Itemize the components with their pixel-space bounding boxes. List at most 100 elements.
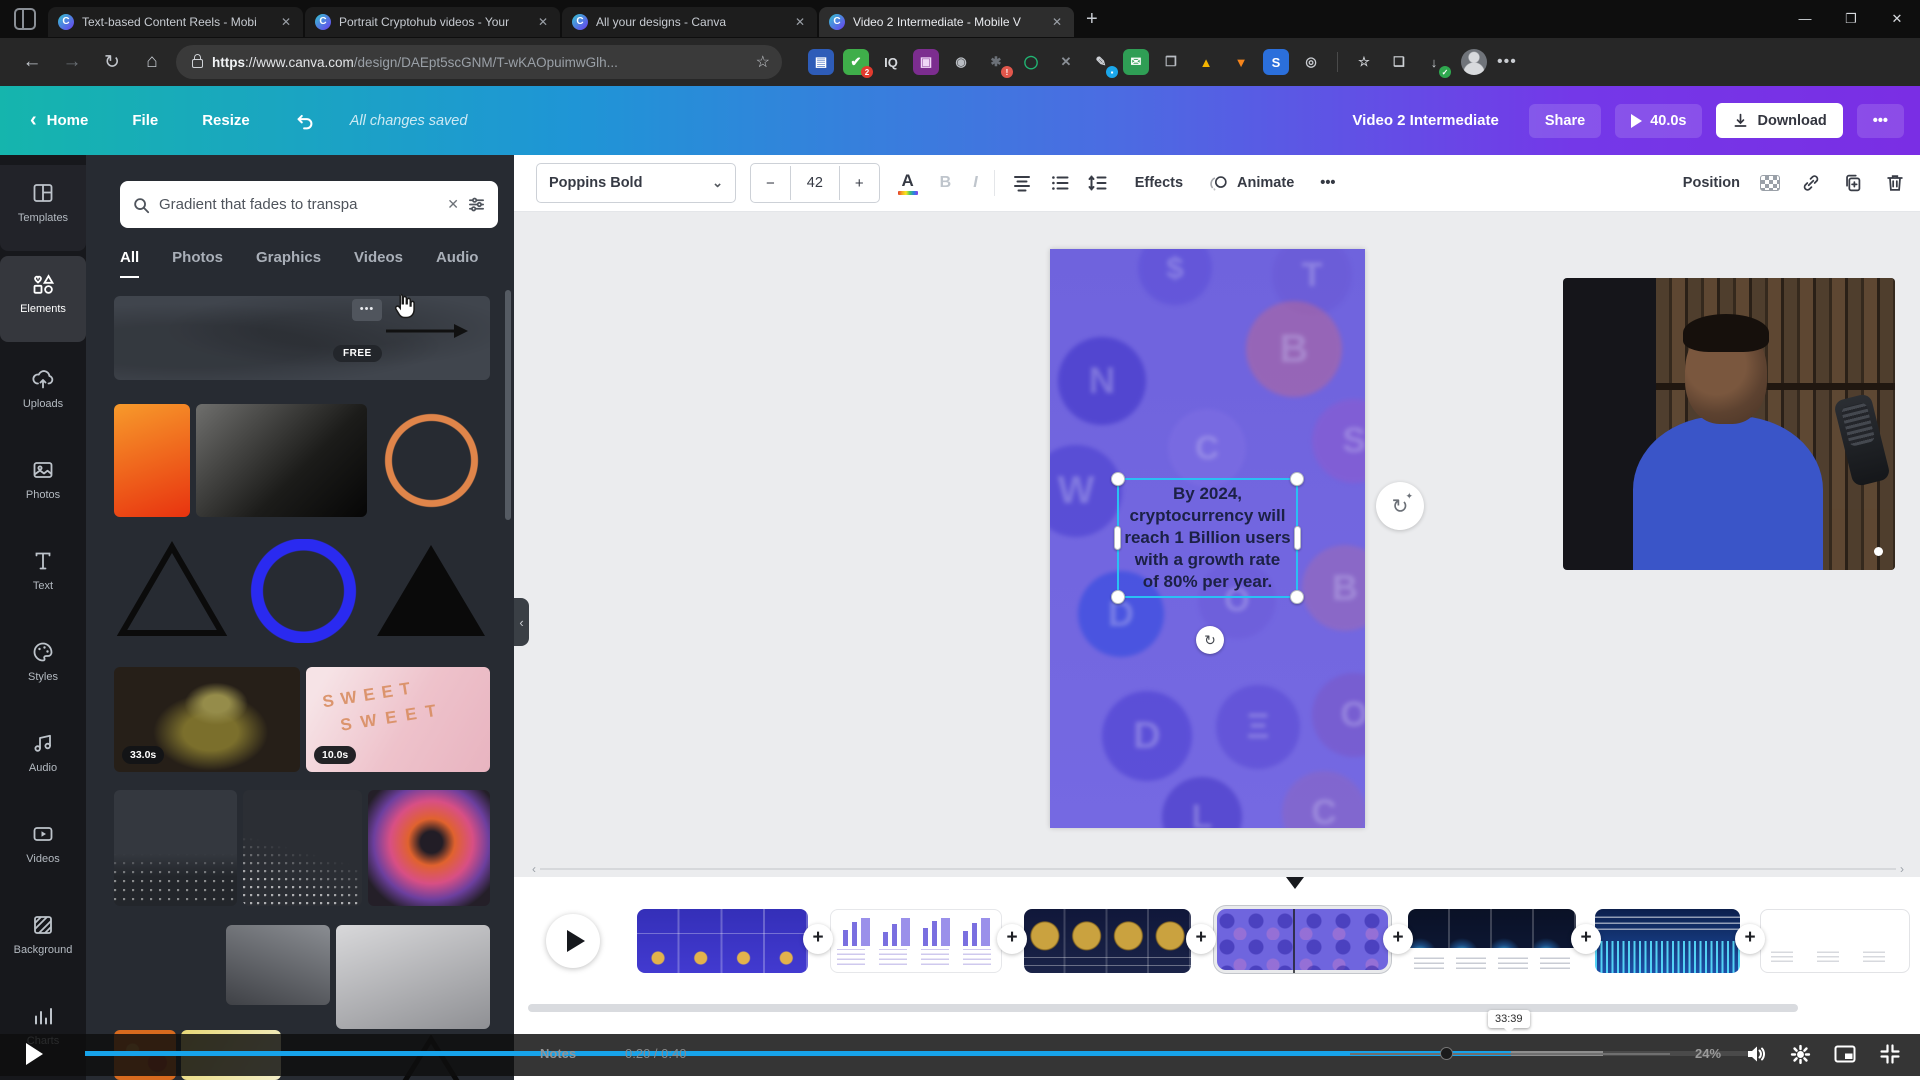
browser-tab-4-active[interactable]: C Video 2 Intermediate - Mobile V ✕ [819, 6, 1074, 37]
add-clip-button[interactable]: + [1571, 924, 1601, 954]
gear-extension-icon[interactable]: ✱! [983, 49, 1013, 78]
add-clip-button[interactable]: + [1383, 924, 1413, 954]
share-button[interactable]: Share [1528, 103, 1602, 138]
undo-icon[interactable] [294, 110, 316, 132]
font-size-decrease-button[interactable]: − [751, 175, 790, 192]
green-circle-extension-icon[interactable]: ◯ [1018, 49, 1044, 75]
text-color-button[interactable]: A [897, 172, 918, 195]
exit-fullscreen-icon[interactable] [1878, 1042, 1902, 1066]
minimize-button[interactable]: — [1782, 0, 1828, 38]
browser-tab-3[interactable]: C All your designs - Canva ✕ [562, 6, 817, 37]
metamask-extension-icon[interactable]: ▼ [1228, 49, 1254, 75]
timeline-playhead[interactable] [1286, 877, 1304, 889]
picture-in-picture-icon[interactable] [1833, 1042, 1857, 1066]
font-size-increase-button[interactable]: + [840, 175, 879, 192]
thumbnail-video-sweet[interactable]: SWEET SWEET 10.0s [306, 667, 490, 772]
horizontal-scrollbar[interactable]: ‹ › [528, 862, 1908, 876]
sidebar-item-background[interactable]: Background [0, 897, 86, 983]
reload-button[interactable]: ↻ [92, 51, 132, 74]
tab-close-icon[interactable]: ✕ [536, 15, 550, 29]
timeline-clip-5[interactable] [1408, 909, 1576, 973]
forward-button[interactable]: → [52, 51, 92, 73]
effects-button[interactable]: Effects [1135, 175, 1183, 191]
download-button[interactable]: Download [1716, 103, 1843, 138]
thumbnail-gray-gradient-1[interactable] [226, 925, 330, 1005]
download-check-extension-icon[interactable]: ↓ ✓ [1421, 49, 1451, 78]
shield-check-extension-icon[interactable]: ✔ 2 [843, 49, 873, 78]
volume-icon[interactable] [1744, 1042, 1768, 1066]
pen-extension-icon[interactable]: ✎ ▪ [1088, 49, 1118, 78]
bullet-list-icon[interactable] [1049, 172, 1071, 194]
sidebar-item-elements[interactable]: Elements [0, 256, 86, 342]
sidebar-item-uploads[interactable]: Uploads [0, 351, 86, 437]
add-clip-button[interactable]: + [1735, 924, 1765, 954]
duplicate-icon[interactable] [1842, 172, 1864, 194]
timeline-clip-4-selected[interactable] [1214, 906, 1391, 973]
drive-extension-icon[interactable]: ▲ [1193, 49, 1219, 75]
add-clip-button[interactable]: + [803, 924, 833, 954]
resize-handle-bottom-left[interactable] [1111, 590, 1125, 604]
sidebar-item-styles[interactable]: Styles [0, 624, 86, 710]
iq-extension-icon[interactable]: IQ [878, 49, 904, 75]
scroll-right-icon[interactable]: › [1896, 862, 1908, 876]
browser-menu-icon[interactable]: ••• [1497, 53, 1517, 71]
mail-extension-icon[interactable]: ✉ [1123, 49, 1149, 75]
thumbnail-orange-ring[interactable] [373, 404, 490, 517]
thumbnail-dark-speckle-2[interactable] [243, 790, 362, 906]
panel-collapse-handle[interactable]: ‹ [514, 598, 529, 646]
thumbnail-orange-gradient[interactable] [114, 404, 190, 517]
browser-profile-avatar[interactable] [1461, 49, 1487, 75]
resize-menu[interactable]: Resize [202, 112, 250, 129]
resize-handle-bottom-right[interactable] [1290, 590, 1304, 604]
shape-extension-icon[interactable]: ◎ [1298, 49, 1324, 75]
thumbnail-blue-ring[interactable] [245, 539, 362, 643]
zoom-slider-handle[interactable] [1440, 1047, 1453, 1060]
timeline-clip-6[interactable] [1595, 909, 1740, 973]
link-icon[interactable] [1800, 172, 1822, 194]
thumbnail-dark-speckle-1[interactable] [114, 790, 237, 906]
purple-app-extension-icon[interactable]: ▣ [913, 49, 939, 75]
selected-text-element[interactable]: By 2024, cryptocurrency will reach 1 Billi… [1111, 472, 1304, 604]
x-extension-icon[interactable]: ✕ [1053, 49, 1079, 75]
notes-extension-icon[interactable]: ▤ [808, 49, 834, 75]
sidebar-item-photos[interactable]: Photos [0, 442, 86, 528]
tab-graphics[interactable]: Graphics [256, 249, 321, 278]
resize-handle-top-left[interactable] [1111, 472, 1125, 486]
toolbar-more-button[interactable]: ••• [1320, 175, 1335, 191]
webcam-overlay[interactable] [1563, 278, 1895, 570]
timeline-clip-1[interactable] [637, 909, 808, 973]
page-refresh-button[interactable]: ↻ ✦ [1376, 482, 1424, 530]
tab-photos[interactable]: Photos [172, 249, 223, 278]
preview-duration-button[interactable]: 40.0s [1615, 103, 1703, 138]
tab-all[interactable]: All [120, 249, 140, 278]
italic-button[interactable]: I [973, 174, 977, 192]
notes-label[interactable]: Notes [540, 1046, 576, 1061]
thumbnail-triangle-outline[interactable] [116, 539, 228, 639]
add-clip-button[interactable]: + [1186, 924, 1216, 954]
resize-handle-left[interactable] [1114, 526, 1121, 550]
home-menu[interactable]: Home [47, 112, 89, 129]
resize-handle-right[interactable] [1294, 526, 1301, 550]
timeline-clip-2[interactable] [830, 909, 1002, 973]
transparency-icon[interactable] [1760, 175, 1780, 191]
thumbnail-triangle-solid[interactable] [373, 539, 490, 639]
sidebar-item-templates[interactable]: Templates [0, 165, 86, 251]
add-clip-button[interactable]: + [997, 924, 1027, 954]
favorite-star-icon[interactable]: ☆ [756, 52, 770, 72]
settings-gear-icon[interactable] [1789, 1043, 1812, 1066]
tab-close-icon[interactable]: ✕ [279, 15, 293, 29]
timeline-clip-7[interactable] [1760, 909, 1910, 973]
resize-handle-top-right[interactable] [1290, 472, 1304, 486]
clear-search-icon[interactable]: ✕ [439, 196, 467, 213]
bold-button[interactable]: B [940, 174, 952, 192]
tab-close-icon[interactable]: ✕ [793, 15, 807, 29]
document-title[interactable]: Video 2 Intermediate [1352, 112, 1498, 129]
scroll-left-icon[interactable]: ‹ [528, 862, 540, 876]
timeline-scrollbar[interactable] [528, 1004, 1798, 1012]
filter-sliders-icon[interactable] [467, 195, 486, 214]
zoom-slider-track[interactable] [1350, 1053, 1670, 1055]
close-button[interactable]: ✕ [1874, 0, 1920, 38]
font-family-dropdown[interactable]: Poppins Bold ⌄ [536, 163, 736, 203]
new-tab-button[interactable]: + [1086, 8, 1098, 31]
thumbnail-more-button[interactable]: ••• [352, 299, 382, 321]
